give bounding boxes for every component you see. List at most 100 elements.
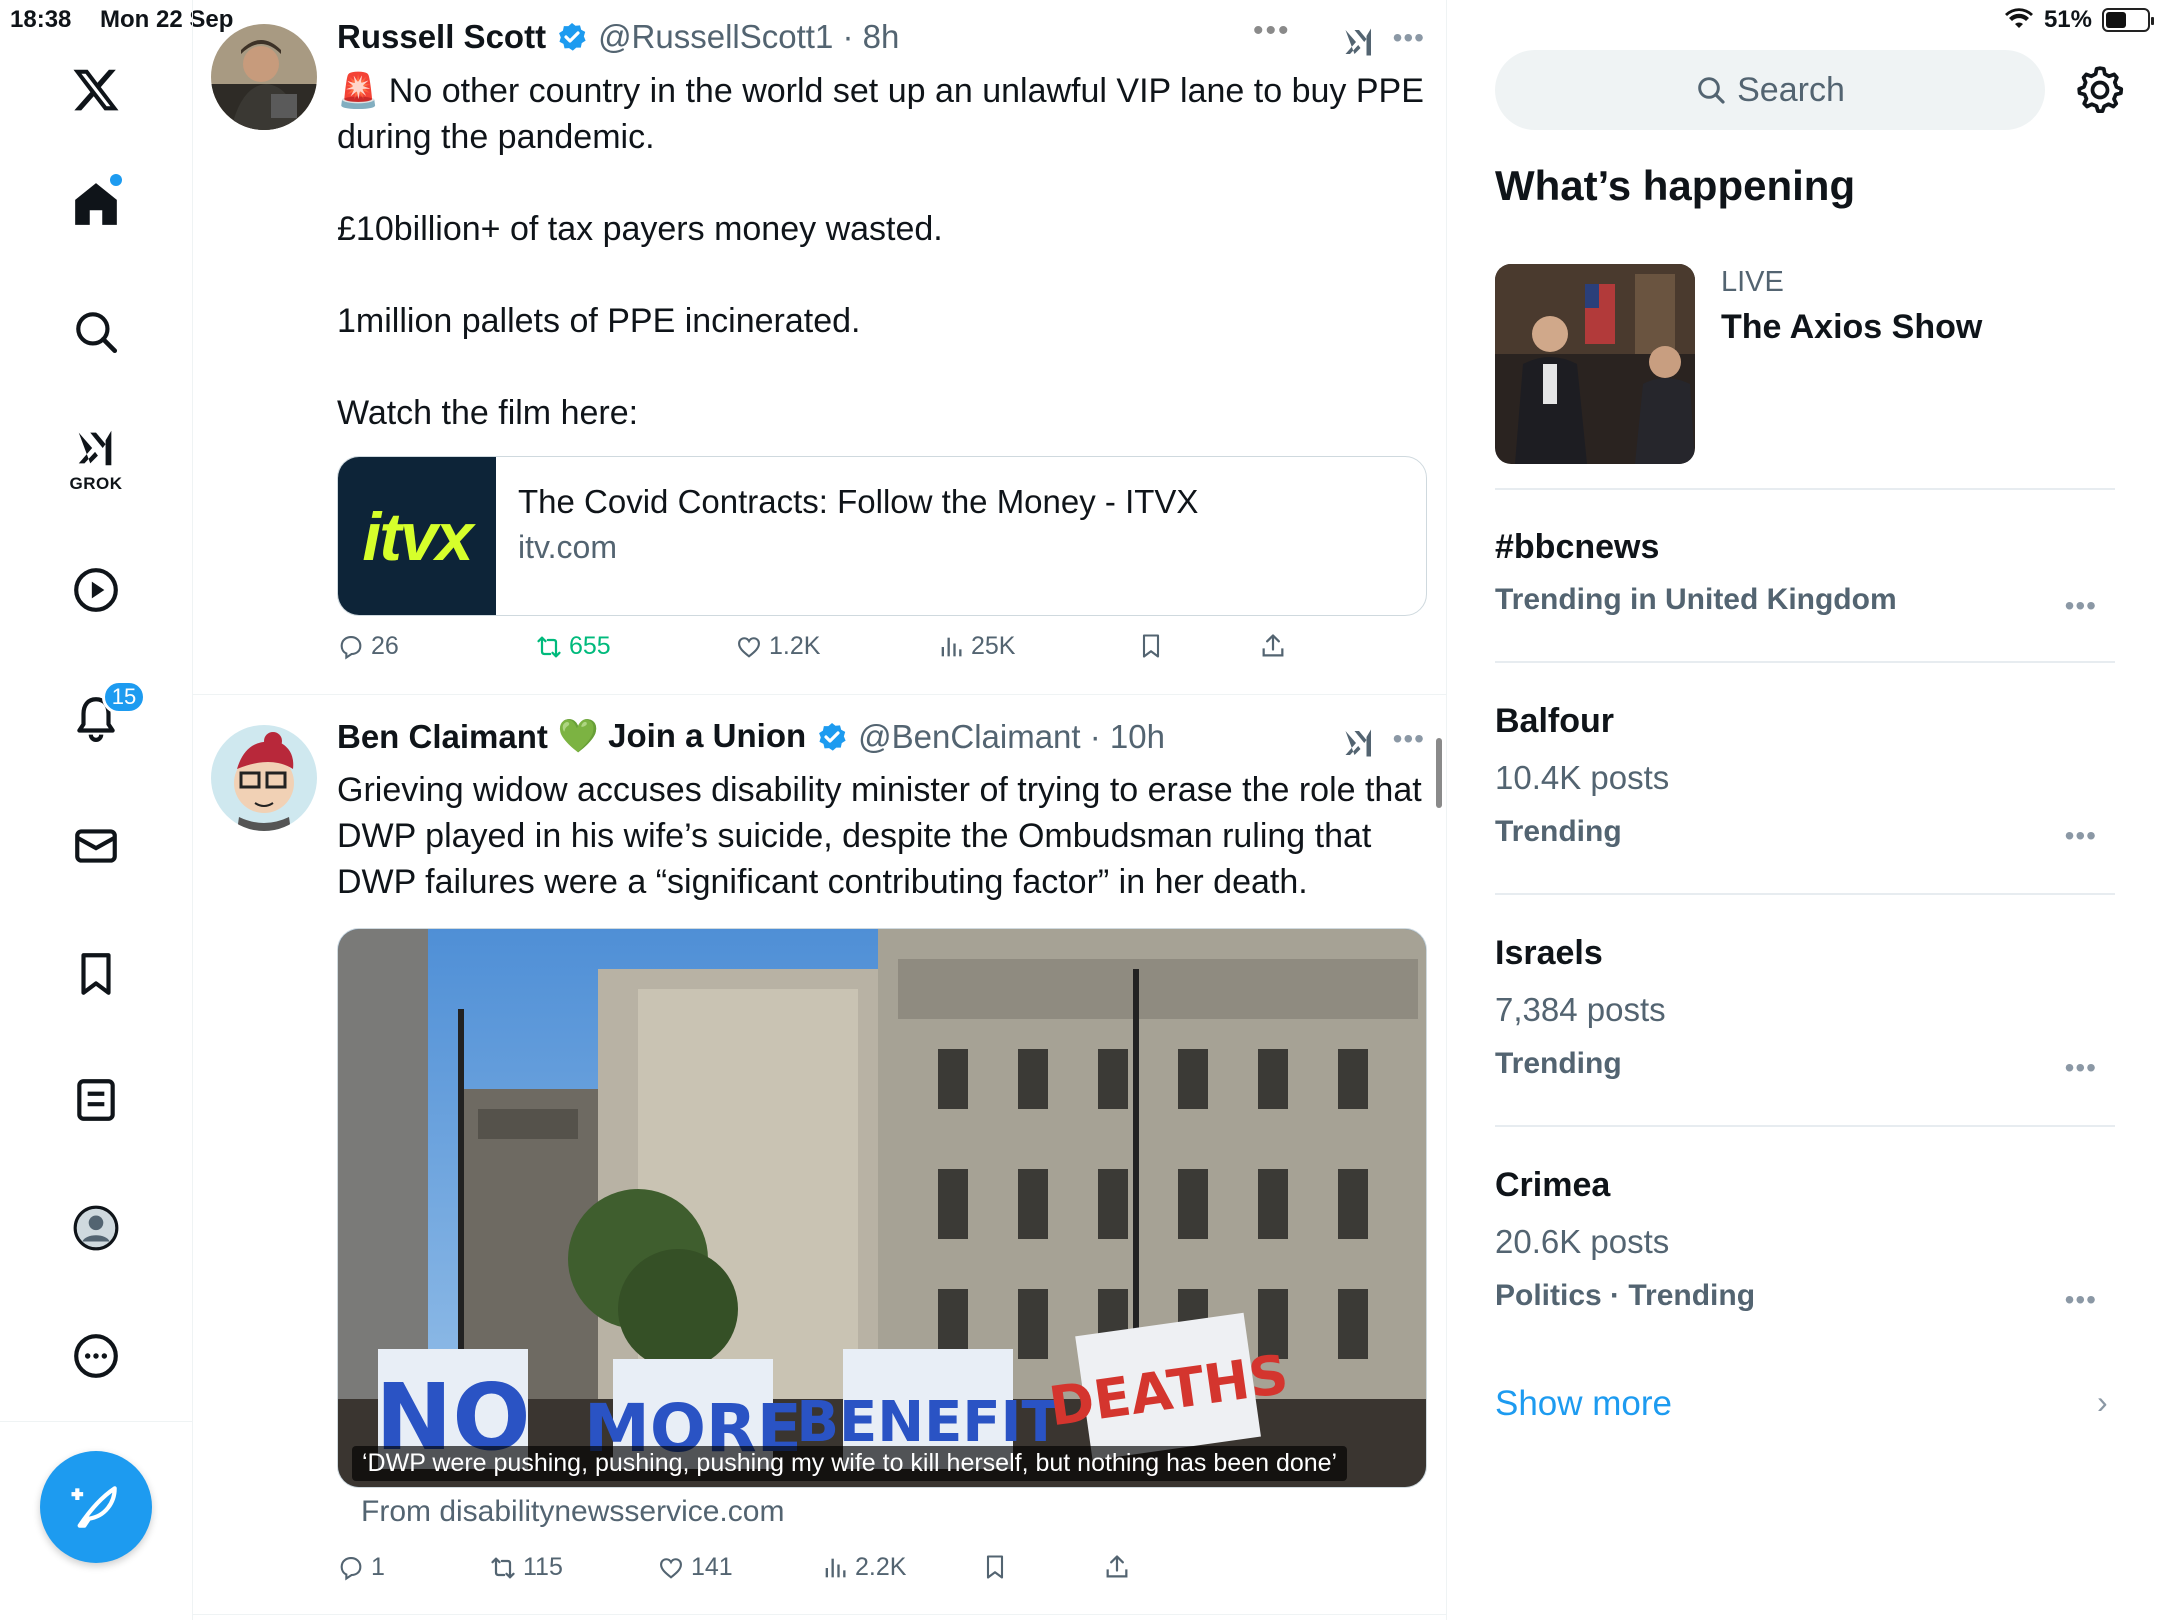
live-event-thumbnail[interactable] (1495, 264, 1695, 464)
lists-icon[interactable] (62, 1066, 130, 1134)
repost-icon (491, 1557, 515, 1578)
bookmark-icon[interactable] (62, 940, 130, 1008)
avatar[interactable] (211, 24, 317, 130)
scrollbar-thumb[interactable] (1436, 738, 1442, 808)
compose-post-button[interactable] (40, 1451, 152, 1563)
repost-button[interactable]: 115 (489, 1553, 563, 1582)
trend-posts: 10.4K posts (1495, 759, 1670, 796)
trend-item[interactable]: Balfour 10.4K posts Trending ••• (1495, 702, 2115, 852)
search-input[interactable]: Search (1495, 50, 2045, 130)
notifications-badge: 15 (102, 680, 146, 714)
tweet-text-line: Watch the film here: (337, 394, 639, 432)
like-count: 141 (691, 1553, 733, 1581)
show-more-link[interactable]: Show more (1495, 1384, 1672, 1424)
views-count: 25K (971, 632, 1016, 660)
trend-meta: Trending (1495, 1047, 1622, 1080)
divider (1495, 893, 2115, 895)
tweet-header: Russell Scott @RussellScott1 · 8h (337, 18, 899, 56)
views-button[interactable]: 2.2K (821, 1553, 906, 1582)
itvx-logo: itvx (338, 457, 496, 615)
author-handle[interactable]: @RussellScott1 (598, 18, 833, 56)
trend-more-icon[interactable]: ••• (2065, 1052, 2097, 1084)
live-label: LIVE (1721, 266, 1784, 298)
avatar[interactable] (211, 725, 317, 831)
notifications-icon[interactable]: 15 (62, 680, 146, 752)
bookmark-icon (986, 1555, 1004, 1579)
share-button[interactable] (1103, 1553, 1131, 1581)
link-card[interactable]: itvx The Covid Contracts: Follow the Mon… (337, 456, 1427, 616)
trend-item[interactable]: Israels 7,384 posts Trending ••• (1495, 934, 2115, 1084)
trend-meta: Trending (1495, 815, 1622, 848)
timeline-feed[interactable]: ••• Russell Scott @RussellScott1 · 8h ••… (193, 0, 1447, 1620)
like-button[interactable]: 1.2K (735, 632, 820, 661)
reply-count: 1 (371, 1553, 385, 1581)
bookmark-button[interactable] (981, 1553, 1009, 1581)
trend-meta: Politics · Trending (1495, 1279, 1756, 1312)
trend-name: #bbcnews (1495, 528, 1660, 566)
reply-button[interactable]: 1 (337, 1553, 385, 1582)
tweet-more-icon[interactable]: ••• (1393, 22, 1425, 54)
like-button[interactable]: 141 (657, 1553, 733, 1582)
grok-explain-icon[interactable] (1341, 725, 1377, 761)
video-icon[interactable] (62, 556, 130, 624)
trend-name: Balfour (1495, 702, 1614, 740)
grok-icon[interactable]: GROK (62, 420, 130, 493)
chevron-right-icon: › (2097, 1384, 2108, 1420)
whats-happening-title: What’s happening (1495, 162, 1856, 209)
tweet-text: 🚨 No other country in the world set up a… (337, 68, 1437, 436)
tweet-time[interactable]: 10h (1110, 718, 1165, 756)
home-icon[interactable] (62, 170, 130, 238)
nav-divider (0, 1421, 193, 1422)
views-chart-icon (825, 1558, 846, 1577)
trend-name: Crimea (1495, 1166, 1611, 1204)
views-button[interactable]: 25K (937, 632, 1015, 661)
profile-icon[interactable] (62, 1194, 130, 1262)
x-logo-icon[interactable] (62, 56, 130, 124)
trend-item[interactable]: Crimea 20.6K posts Politics · Trending •… (1495, 1166, 2115, 1316)
author-name[interactable]: Russell Scott (337, 18, 546, 56)
trend-item[interactable]: #bbcnews Trending in United Kingdom ••• (1495, 528, 2115, 621)
compose-feather-icon (71, 1486, 117, 1528)
tweet-actions: 1 115 141 2.2K (337, 1553, 1337, 1593)
link-card-domain: itv.com (518, 529, 617, 565)
tweet-text-line: 🚨 No other country in the world set up a… (337, 72, 1424, 156)
share-icon (1106, 1555, 1128, 1578)
trend-more-icon[interactable]: ••• (2065, 590, 2097, 622)
tweet-actions: 26 655 1.2K 25K (337, 632, 1337, 672)
tweet-text-line: £10billion+ of tax payers money wasted. (337, 210, 943, 248)
search-icon[interactable] (62, 298, 130, 366)
link-card-title: The Covid Contracts: Follow the Money - … (518, 483, 1199, 520)
author-name[interactable]: Ben Claimant (337, 718, 548, 756)
tweet-text: Grieving widow accuses disability minist… (337, 771, 1422, 901)
trend-more-icon[interactable]: ••• (2065, 1284, 2097, 1316)
verified-badge-icon (559, 23, 586, 51)
bookmark-icon (1142, 634, 1160, 658)
tweet-time-separator: · (833, 18, 863, 55)
tweet-time[interactable]: 8h (863, 18, 900, 56)
author-handle[interactable]: @BenClaimant (858, 718, 1080, 756)
heart-icon (660, 1557, 682, 1579)
views-chart-icon (941, 637, 962, 656)
media-source[interactable]: From disabilitynewsservice.com (361, 1495, 784, 1529)
views-count: 2.2K (855, 1553, 907, 1581)
tweet-more-icon[interactable]: ••• (1393, 723, 1425, 755)
more-icon[interactable] (62, 1322, 130, 1390)
tweet-text-line: 1million pallets of PPE incinerated. (337, 302, 861, 340)
repost-button[interactable]: 655 (535, 632, 611, 661)
live-event-title[interactable]: The Axios Show (1721, 308, 1982, 347)
trend-meta: Trending in United Kingdom (1495, 583, 1897, 616)
grok-explain-icon[interactable] (1341, 24, 1377, 60)
gear-icon[interactable] (2075, 64, 2125, 114)
share-button[interactable] (1259, 632, 1287, 660)
share-icon (1262, 634, 1284, 657)
reply-button[interactable]: 26 (337, 632, 399, 661)
tweet[interactable]: Ben Claimant 💚 Join a Union @BenClaimant… (193, 695, 1447, 1615)
divider (1495, 488, 2115, 490)
mail-icon[interactable] (62, 812, 130, 880)
bookmark-button[interactable] (1137, 632, 1165, 660)
tweet-media-image[interactable]: NO MORE BENEFIT DEATHS ‘DWP were pushing… (337, 928, 1427, 1488)
tweet[interactable]: Russell Scott @RussellScott1 · 8h ••• 🚨 … (193, 0, 1447, 695)
trend-more-icon[interactable]: ••• (2065, 820, 2097, 852)
home-new-dot (110, 174, 122, 186)
author-name-suffix[interactable]: 💚 Join a Union (558, 717, 806, 756)
